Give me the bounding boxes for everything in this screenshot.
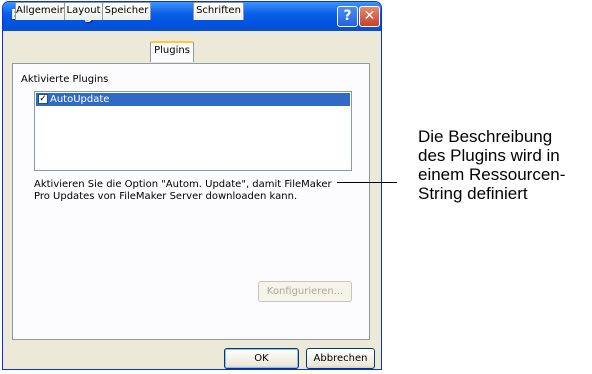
callout-leader-line xyxy=(337,182,397,183)
callout-annotation: Die Beschreibung des Plugins wird in ein… xyxy=(418,127,565,203)
ok-button-label: OK xyxy=(254,353,269,364)
plugin-description: Aktivieren Sie die Option "Autom. Update… xyxy=(34,179,332,202)
configure-button[interactable]: Konfigurieren... xyxy=(258,281,352,302)
tab-label: Layout xyxy=(66,5,101,16)
help-icon: ? xyxy=(343,8,352,24)
checkmark-icon: ✓ xyxy=(39,94,47,104)
tab-speicher[interactable]: Speicher xyxy=(102,2,151,20)
tab-label: Plugins xyxy=(154,45,190,56)
plugin-name: AutoUpdate xyxy=(50,94,110,105)
callout-line-3: einem Ressourcen- xyxy=(418,165,566,184)
close-icon: ✕ xyxy=(363,8,376,24)
list-item[interactable]: ✓ AutoUpdate xyxy=(36,93,350,106)
tab-label: Schriften xyxy=(196,5,241,16)
tab-layout[interactable]: Layout xyxy=(64,2,103,20)
tab-allgemein[interactable]: Allgemein xyxy=(15,2,66,20)
callout-line-2: des Plugins wird in xyxy=(418,146,560,165)
configure-button-label: Konfigurieren... xyxy=(266,286,344,297)
callout-line-4: String definiert xyxy=(418,184,528,203)
callout-line-1: Die Beschreibung xyxy=(418,127,553,146)
help-button[interactable]: ? xyxy=(337,6,358,27)
ok-button[interactable]: OK xyxy=(224,348,299,369)
active-plugins-label: Aktivierte Plugins xyxy=(21,74,109,85)
plugin-list[interactable]: ✓ AutoUpdate xyxy=(34,91,352,171)
tab-plugins[interactable]: Plugins xyxy=(150,41,194,62)
plugin-checkbox[interactable]: ✓ xyxy=(38,94,48,104)
cancel-button-label: Abbrechen xyxy=(313,353,368,364)
close-button[interactable]: ✕ xyxy=(359,6,380,27)
tab-label: Speicher xyxy=(104,5,149,16)
tab-schriften[interactable]: Schriften xyxy=(193,2,244,20)
tab-label: Allgemein xyxy=(16,5,66,16)
cancel-button[interactable]: Abbrechen xyxy=(306,348,375,369)
